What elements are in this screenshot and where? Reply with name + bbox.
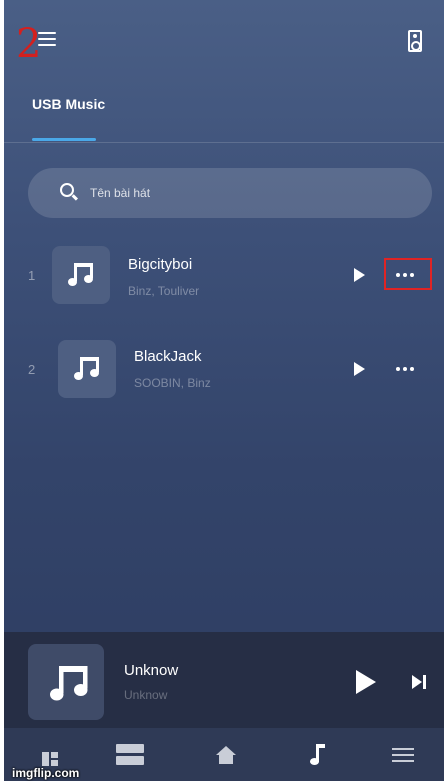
song-artwork — [58, 340, 116, 398]
playlist-icon[interactable] — [112, 742, 152, 772]
top-bar: 2 — [4, 0, 444, 70]
app-screen: 2 USB Music 1 Bigcityboi Binz, Touliver … — [4, 0, 444, 781]
speaker-icon[interactable] — [408, 30, 422, 52]
home-icon[interactable] — [214, 742, 254, 772]
song-row[interactable]: 2 BlackJack SOOBIN, Binz — [4, 340, 444, 410]
play-icon[interactable] — [354, 268, 365, 282]
song-row[interactable]: 1 Bigcityboi Binz, Touliver — [4, 246, 444, 316]
watermark: imgflip.com — [12, 766, 80, 780]
song-artist: Binz, Touliver — [128, 284, 200, 298]
music-note-icon[interactable] — [304, 742, 344, 772]
menu-icon[interactable] — [390, 742, 430, 772]
search-icon — [60, 183, 74, 197]
music-note-icon — [68, 263, 94, 287]
song-artist: SOOBIN, Binz — [134, 376, 211, 390]
song-title: BlackJack — [134, 348, 202, 365]
song-title: Bigcityboi — [128, 256, 193, 273]
tab-usb-music[interactable]: USB Music — [32, 96, 105, 112]
tab-divider — [4, 142, 444, 143]
skip-next-icon[interactable] — [412, 674, 428, 690]
mini-player[interactable]: Unknow Unknow — [4, 632, 444, 728]
active-tab-indicator — [32, 138, 96, 141]
play-icon[interactable] — [354, 362, 365, 376]
play-button[interactable] — [356, 670, 376, 694]
song-index: 2 — [28, 362, 36, 377]
search-input[interactable] — [90, 183, 390, 203]
song-index: 1 — [28, 268, 36, 283]
more-options-icon[interactable] — [396, 366, 416, 372]
more-options-highlight — [384, 258, 432, 290]
music-note-icon — [74, 357, 100, 381]
now-playing-artist: Unknow — [124, 688, 168, 702]
now-playing-artwork — [28, 644, 104, 720]
song-artwork — [52, 246, 110, 304]
music-note-icon — [50, 666, 89, 702]
step-number-annotation: 2 — [16, 21, 42, 67]
search-bar[interactable] — [28, 168, 432, 218]
now-playing-title: Unknow — [124, 662, 179, 679]
